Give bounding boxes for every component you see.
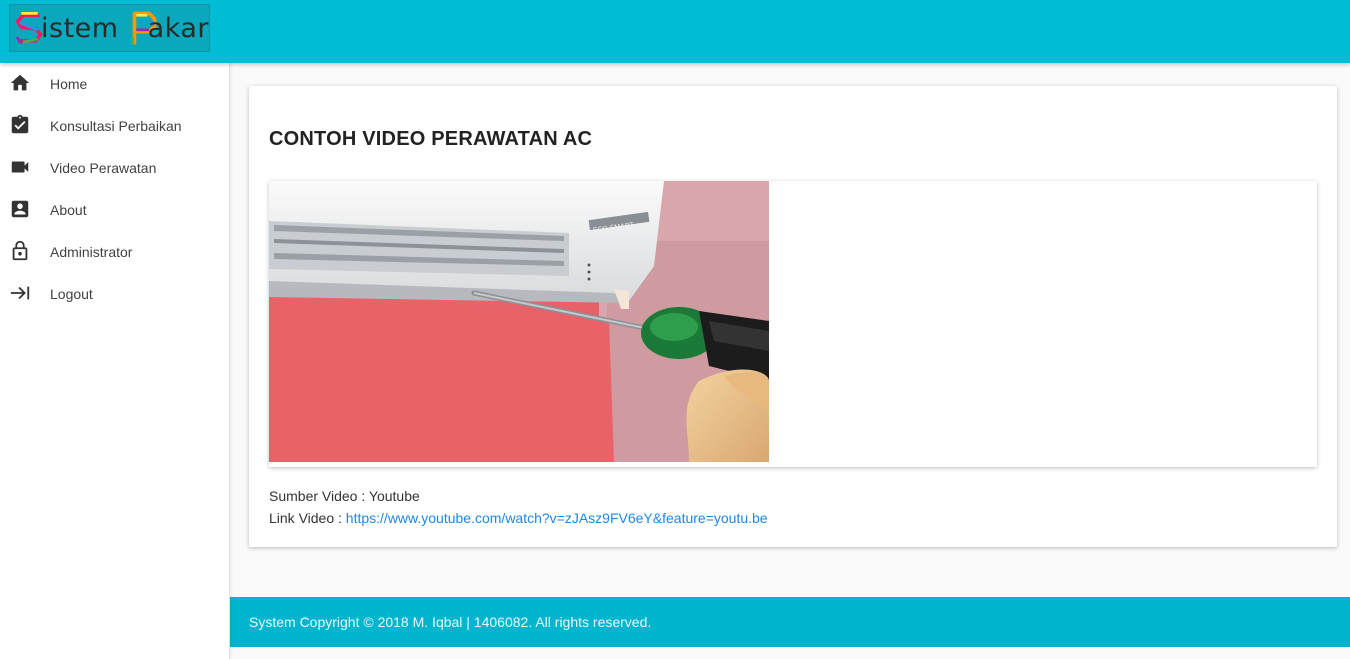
sidebar-item-label: Video Perawatan (50, 160, 157, 176)
ac-maintenance-thumbnail-image: ECO SMART (269, 181, 769, 462)
page-title: CONTOH VIDEO PERAWATAN AC (269, 128, 593, 150)
account-box-icon (11, 200, 29, 218)
sidebar-item-video-perawatan[interactable]: Video Perawatan (0, 147, 229, 189)
sidebar: Home Konsultasi Perbaikan Video Perawata… (0, 63, 230, 659)
sidebar-item-about[interactable]: About (0, 189, 229, 231)
footer: System Copyright © 2018 M. Iqbal | 14060… (230, 597, 1350, 647)
video-source-value: Youtube (368, 488, 420, 504)
sidebar-item-label: Konsultasi Perbaikan (50, 118, 182, 134)
videocam-icon (11, 161, 29, 173)
logo-word-pakar: akar (147, 12, 209, 44)
top-app-bar: istem akar (0, 0, 1350, 63)
video-card: CONTOH VIDEO PERAWATAN AC ECO SMART Sumb… (249, 86, 1337, 547)
home-icon (10, 74, 30, 91)
logout-arrow-icon (10, 286, 30, 300)
sidebar-item-label: Logout (50, 286, 93, 302)
video-source-label: Sumber Video : (269, 488, 369, 504)
sidebar-item-logout[interactable]: Logout (0, 273, 229, 315)
main-content: CONTOH VIDEO PERAWATAN AC ECO SMART Sumb… (230, 63, 1350, 597)
copyright-text: System Copyright © 2018 M. Iqbal | 14060… (249, 614, 652, 630)
sidebar-item-label: Home (50, 76, 88, 92)
sidebar-item-label: About (50, 202, 87, 218)
sidebar-nav-list: Home Konsultasi Perbaikan Video Perawata… (0, 63, 229, 315)
video-link[interactable]: https://www.youtube.com/watch?v=zJAsz9FV… (346, 510, 768, 526)
sidebar-item-label: Administrator (50, 244, 133, 260)
lock-icon (12, 240, 28, 261)
sidebar-item-administrator[interactable]: Administrator (0, 231, 229, 273)
brand-logo[interactable]: istem akar (9, 4, 210, 52)
video-embed-frame[interactable]: ECO SMART (269, 181, 1317, 467)
sidebar-item-konsultasi-perbaikan[interactable]: Konsultasi Perbaikan (0, 105, 229, 147)
page-bottom-spacer (230, 647, 1350, 659)
video-thumbnail[interactable]: ECO SMART (269, 181, 769, 462)
assignment-check-icon (11, 114, 29, 134)
video-meta: Sumber Video : Youtube Link Video : http… (269, 485, 768, 529)
video-source-line: Sumber Video : Youtube (269, 485, 768, 507)
logo-word-sistem: istem (41, 12, 119, 44)
video-link-label: Link Video : (269, 510, 346, 526)
video-link-line: Link Video : https://www.youtube.com/wat… (269, 507, 768, 529)
sidebar-item-home[interactable]: Home (0, 63, 229, 105)
